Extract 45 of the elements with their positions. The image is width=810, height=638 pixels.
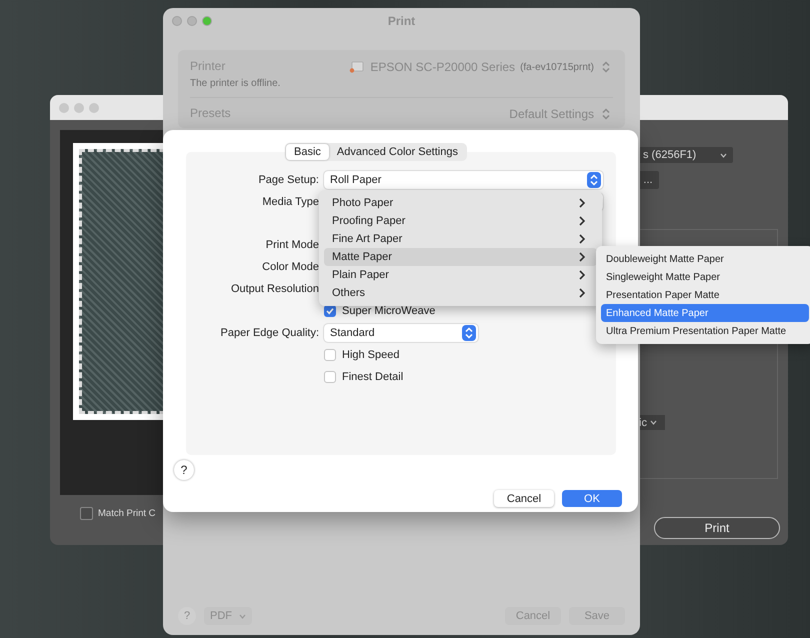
menu-item[interactable]: Plain Paper <box>324 266 597 284</box>
checkbox[interactable] <box>324 305 336 317</box>
field-label: Output Resolution <box>230 282 319 297</box>
menu-item[interactable]: Others <box>324 284 597 302</box>
printer-status: The printer is offline. <box>190 78 280 89</box>
printer-dropdown[interactable]: s (6256F1) <box>637 147 733 163</box>
field-label: Media Type <box>261 195 319 210</box>
menu-item[interactable]: Enhanced Matte Paper <box>601 304 809 322</box>
field-label: Print Mode <box>264 238 319 253</box>
help-button[interactable]: ? <box>174 460 194 480</box>
field-label: Color Mode <box>261 260 319 275</box>
field-label: Page Setup: <box>257 173 319 188</box>
chevron-down-icon <box>239 614 246 618</box>
tab[interactable]: Basic <box>286 144 329 160</box>
checkbox-label: Super MicroWeave <box>342 305 436 317</box>
menu-item[interactable]: Fine Art Paper <box>324 230 597 248</box>
checkbox[interactable] <box>324 371 336 383</box>
ok-button[interactable]: OK <box>562 490 622 507</box>
tab[interactable]: Advanced Color Settings <box>328 144 466 160</box>
menu-item[interactable]: Proofing Paper <box>324 212 597 230</box>
menu-item[interactable]: Doubleweight Matte Paper <box>601 250 809 268</box>
menu-item[interactable]: Photo Paper <box>324 194 597 212</box>
stepper-icon <box>462 325 476 341</box>
chevron-down-icon <box>720 152 727 158</box>
window-title: Print <box>388 14 416 28</box>
checkbox[interactable] <box>80 507 93 520</box>
field-label: Paper Edge Quality: <box>220 326 319 341</box>
checkbox-label: High Speed <box>342 349 400 361</box>
dropdown[interactable]: Roll Paper <box>324 171 603 189</box>
checkbox[interactable] <box>324 349 336 361</box>
stepper-icon <box>587 172 601 188</box>
menu-item[interactable]: Singleweight Matte Paper <box>601 268 809 286</box>
checkbox-label: Match Print C <box>98 508 156 519</box>
chevron-down-icon <box>650 420 657 425</box>
checkbox-label: Finest Detail <box>342 371 404 383</box>
minimize-button[interactable] <box>187 16 197 26</box>
printer-icon <box>349 60 366 74</box>
print-button[interactable]: Print <box>654 517 780 539</box>
close-button[interactable] <box>172 16 182 26</box>
menu-item[interactable]: Presentation Paper Matte <box>601 286 809 304</box>
menu-item[interactable]: Ultra Premium Presentation Paper Matte <box>601 322 809 340</box>
menu-item[interactable]: Matte Paper <box>324 248 597 266</box>
dropdown[interactable]: Standard <box>324 324 478 342</box>
zoom-button[interactable] <box>202 16 212 26</box>
cancel-button[interactable]: Cancel <box>494 490 554 507</box>
